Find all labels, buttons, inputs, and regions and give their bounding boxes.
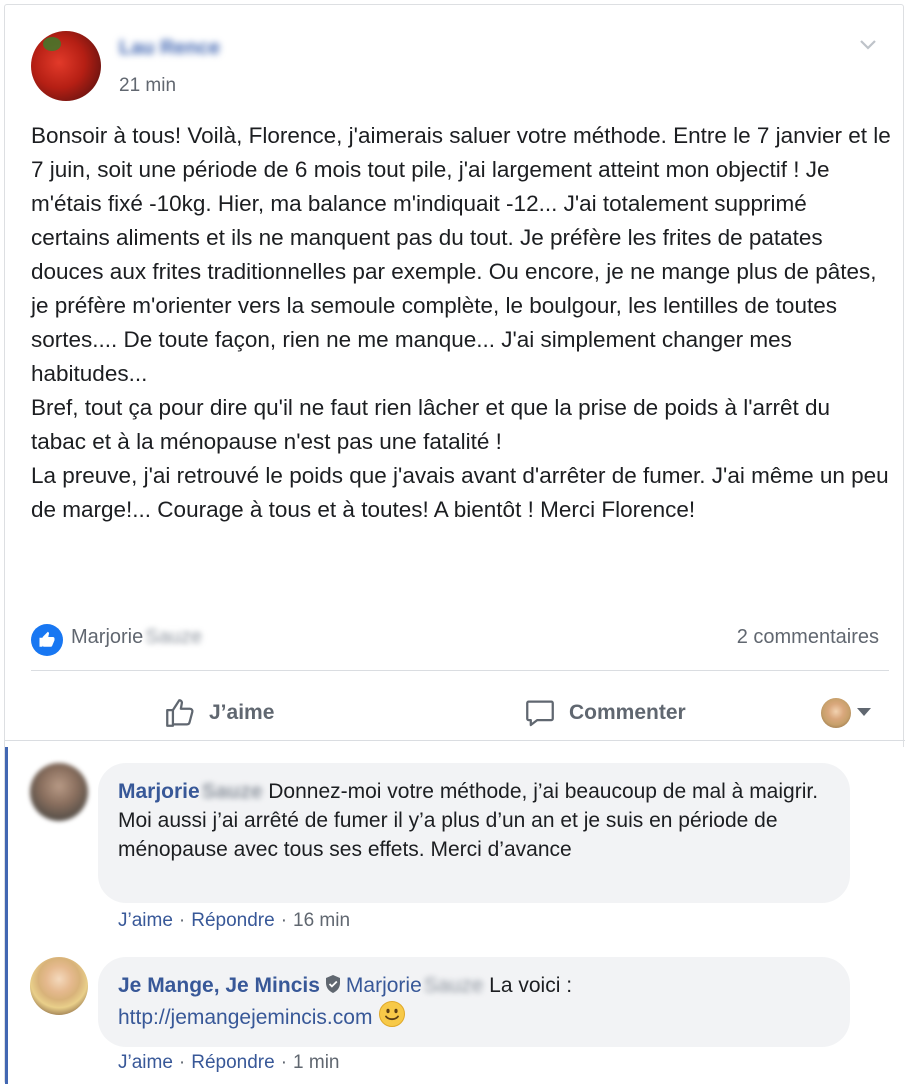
comment-time[interactable]: 16 min (293, 910, 350, 931)
actor-avatar[interactable] (821, 698, 851, 728)
speech-bubble-icon (526, 700, 554, 727)
comment-text: La voici : (489, 974, 573, 997)
liker-first-name: Marjorie (71, 626, 144, 648)
reaction-names[interactable]: Marjorie Sauze (71, 626, 202, 649)
chevron-down-icon[interactable] (857, 33, 879, 55)
comment-reply-link[interactable]: Répondre (191, 910, 274, 931)
comments-section: MarjorieSauze Donnez-moi votre méthode, … (5, 747, 905, 1084)
comment-like-link[interactable]: J’aime (118, 1052, 173, 1073)
commenter-avatar[interactable] (30, 763, 88, 821)
comment-like-link[interactable]: J’aime (118, 910, 173, 931)
chevron-down-icon[interactable] (857, 708, 871, 716)
mention-last: Sauze (423, 974, 484, 997)
comment-author[interactable]: Je Mange, Je Mincis (118, 974, 320, 997)
comment-bubble: MarjorieSauze Donnez-moi votre méthode, … (98, 763, 850, 903)
comment-author-last: Sauze (201, 780, 263, 803)
like-button[interactable]: J’aime (163, 693, 274, 733)
shield-icon (325, 975, 340, 993)
thumbs-up-icon[interactable] (31, 624, 63, 656)
post-timestamp[interactable]: 21 min (119, 75, 176, 97)
comment-time[interactable]: 1 min (293, 1052, 339, 1073)
post-paragraph: Bref, tout ça pour dire qu'il ne faut ri… (31, 395, 831, 454)
comment-button-label: Commenter (569, 701, 686, 724)
post-paragraph: La preuve, j'ai retrouvé le poids que j'… (31, 463, 889, 522)
comment-actions: J’aime · Répondre · 1 min (118, 1052, 340, 1073)
post-text: Bonsoir à tous! Voilà, Florence, j'aimer… (31, 119, 891, 527)
comment-author-first: Marjorie (118, 780, 200, 803)
post-card: Lau Rence 21 min Bonsoir à tous! Voilà, … (4, 4, 905, 1084)
comment-button[interactable]: Commenter (523, 693, 686, 733)
like-button-label: J’aime (209, 701, 275, 724)
comment-actions: J’aime · Répondre · 16 min (118, 910, 351, 931)
post-paragraph: Bonsoir à tous! Voilà, Florence, j'aimer… (31, 123, 891, 386)
mention-first: Marjorie (345, 974, 422, 997)
comment-link[interactable]: http://jemangejemincis.com (118, 1006, 372, 1029)
comment-author[interactable]: MarjorieSauze (118, 780, 262, 803)
divider (5, 740, 905, 741)
comments-count[interactable]: 2 commentaires (737, 626, 879, 649)
thumbs-up-outline-icon (166, 699, 194, 727)
comment-reply-link[interactable]: Répondre (191, 1052, 274, 1073)
comment-mention[interactable]: MarjorieSauze (346, 974, 483, 997)
author-name[interactable]: Lau Rence (119, 37, 220, 60)
author-avatar[interactable] (31, 31, 101, 101)
smiley-icon (379, 1001, 406, 1027)
comment-bubble: Je Mange, Je Mincis MarjorieSauze La voic… (98, 957, 850, 1047)
liker-last-name: Sauze (145, 626, 202, 648)
divider (31, 670, 889, 671)
page-avatar[interactable] (30, 957, 88, 1015)
